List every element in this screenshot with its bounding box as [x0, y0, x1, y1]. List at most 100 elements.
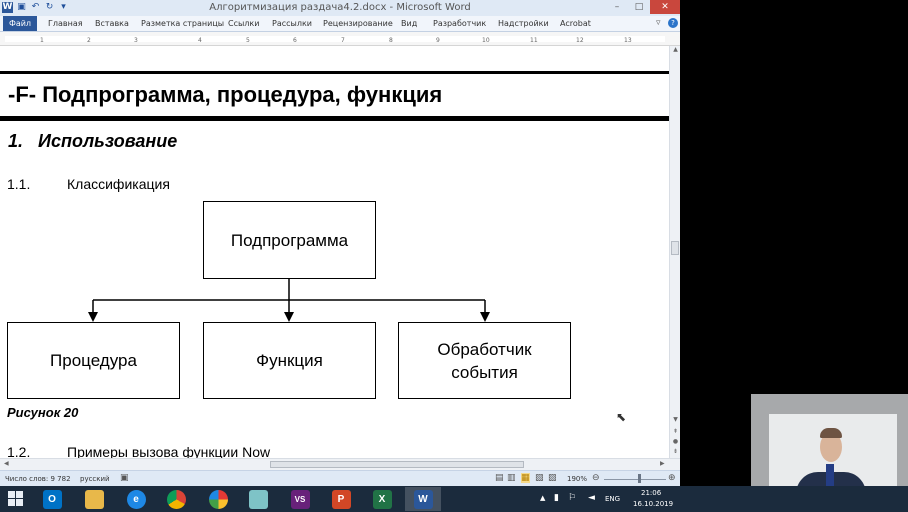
diagram-root-box: Подпрограмма [203, 201, 376, 279]
presenter-hair [820, 428, 842, 438]
network-icon[interactable]: ▮ [554, 493, 559, 503]
view-web-icon[interactable]: ▦ [521, 473, 530, 483]
word-icon: W [413, 489, 433, 509]
clock-time[interactable]: 21:06 [641, 489, 661, 497]
ruler-tick: 3 [134, 37, 138, 44]
tab-page-layout[interactable]: Разметка страницы [141, 16, 224, 31]
tab-file[interactable]: Файл [3, 16, 37, 31]
tab-developer[interactable]: Разработчик [433, 16, 486, 31]
status-bar: Число слов: 9 782 русский ▣ ▤ ▥ ▦ ▧ ▨ 19… [0, 470, 680, 486]
tab-references[interactable]: Ссылки [228, 16, 259, 31]
windows-logo-icon [8, 491, 15, 498]
word-window: W ▣ ↶ ↻ ▾ Алгоритмизация раздача4.2.docx… [0, 0, 680, 486]
scroll-left-icon[interactable]: ◀ [4, 460, 9, 467]
scroll-right-icon[interactable]: ▶ [660, 460, 665, 467]
window-controls: – □ ✕ [606, 0, 680, 14]
notepad-icon [248, 489, 268, 509]
ruler-tick: 5 [246, 37, 250, 44]
proofing-icon[interactable]: ▣ [120, 473, 129, 483]
windows-logo-icon [16, 499, 23, 506]
previous-page-icon[interactable]: ⇞ [670, 428, 680, 435]
window-title: Алгоритмизация раздача4.2.docx - Microso… [209, 2, 471, 13]
diagram-box-event-handler: Обработчик события [398, 322, 571, 399]
folder-icon [84, 489, 104, 509]
chrome-icon [166, 489, 186, 509]
maximize-button[interactable]: □ [628, 0, 650, 14]
help-icon[interactable]: ? [668, 18, 678, 28]
ruler-tick: 7 [341, 37, 345, 44]
minimize-button[interactable]: – [606, 0, 628, 14]
powerpoint-icon: P [331, 489, 351, 509]
tab-acrobat[interactable]: Acrobat [560, 16, 591, 31]
tab-view[interactable]: Вид [401, 16, 417, 31]
horizontal-scroll-thumb[interactable] [270, 461, 524, 468]
start-button[interactable] [4, 489, 28, 509]
close-button[interactable]: ✕ [650, 0, 680, 14]
internet-explorer-icon: e [126, 489, 146, 509]
ruler-tick: 2 [87, 37, 91, 44]
ie-app[interactable]: e [118, 487, 154, 511]
view-reading-icon[interactable]: ▥ [507, 473, 516, 483]
next-page-icon[interactable]: ⇟ [670, 448, 680, 455]
diagram-box-procedure: Процедура [7, 322, 180, 399]
powerpoint-app[interactable]: P [323, 487, 359, 511]
word-count[interactable]: Число слов: 9 782 [5, 475, 71, 483]
zoom-out-icon[interactable]: ⊖ [592, 473, 600, 483]
picasa-app[interactable] [200, 487, 236, 511]
view-draft-icon[interactable]: ▨ [548, 473, 557, 483]
system-tray: ▲ ▮ ⚐ ◄ ENG 21:06 16.10.2019 [538, 486, 678, 512]
excel-icon: X [372, 489, 392, 509]
zoom-in-icon[interactable]: ⊕ [668, 473, 676, 483]
view-outline-icon[interactable]: ▧ [535, 473, 544, 483]
mouse-cursor-icon: ⬉ [616, 410, 627, 424]
subsection-number: 1.2. [7, 444, 31, 458]
scroll-down-icon[interactable]: ▼ [670, 416, 680, 423]
diagram-box-function: Функция [203, 322, 376, 399]
word-app[interactable]: W [405, 487, 441, 511]
zoom-level[interactable]: 190% [567, 475, 587, 483]
view-print-layout-icon[interactable]: ▤ [495, 473, 504, 483]
tab-insert[interactable]: Вставка [95, 16, 129, 31]
explorer-app[interactable] [76, 487, 112, 511]
excel-app[interactable]: X [364, 487, 400, 511]
horizontal-ruler[interactable]: 1 2 3 4 5 6 7 8 9 10 11 12 13 [0, 32, 680, 46]
zoom-slider-track[interactable] [604, 479, 666, 480]
action-center-icon[interactable]: ⚐ [568, 493, 576, 503]
browse-object-icon[interactable]: ● [670, 438, 680, 445]
ruler-tick: 9 [436, 37, 440, 44]
volume-icon[interactable]: ◄ [588, 493, 595, 503]
ruler-tick: 12 [576, 37, 584, 44]
ruler-tick: 1 [40, 37, 44, 44]
scroll-up-icon[interactable]: ▲ [670, 46, 680, 53]
ribbon-tabs: Файл Главная Вставка Разметка страницы С… [0, 16, 680, 32]
subsection-heading: 1.2. Примеры вызова функции Now [7, 444, 270, 458]
windows-taskbar: O e VS P X W ▲ ▮ ⚐ ◄ ENG 21:06 16.10.201… [0, 486, 908, 512]
clock-date[interactable]: 16.10.2019 [633, 500, 673, 508]
ruler-tick: 8 [389, 37, 393, 44]
outlook-app[interactable]: O [34, 487, 70, 511]
picasa-icon [208, 489, 228, 509]
subsection-title: Примеры вызова функции Now [67, 444, 271, 458]
outlook-icon: O [42, 489, 62, 509]
chrome-app[interactable] [158, 487, 194, 511]
tray-chevron-icon[interactable]: ▲ [540, 494, 545, 502]
tab-home[interactable]: Главная [48, 16, 83, 31]
figure-caption: Рисунок 20 [7, 405, 79, 420]
visual-studio-app[interactable]: VS [282, 487, 318, 511]
title-bar: W ▣ ↶ ↻ ▾ Алгоритмизация раздача4.2.docx… [0, 0, 680, 16]
vertical-scrollbar[interactable]: ▲ ▼ ⇞ ● ⇟ [669, 46, 680, 458]
tab-review[interactable]: Рецензирование [323, 16, 393, 31]
ribbon-minimize-icon[interactable]: ▿ [656, 16, 661, 31]
notepad-app[interactable] [240, 487, 276, 511]
tab-addins[interactable]: Надстройки [498, 16, 549, 31]
desktop-black-area [680, 0, 908, 394]
language-indicator[interactable]: русский [80, 475, 110, 483]
zoom-slider-thumb[interactable] [638, 474, 641, 483]
scroll-thumb[interactable] [671, 241, 679, 255]
windows-logo-icon [16, 491, 23, 498]
tab-mailings[interactable]: Рассылки [272, 16, 312, 31]
ruler-tick: 6 [293, 37, 297, 44]
visual-studio-icon: VS [290, 489, 310, 509]
input-language[interactable]: ENG [605, 495, 620, 503]
document-page[interactable]: -F- Подпрограмма, процедура, функция 1. И… [0, 46, 669, 458]
